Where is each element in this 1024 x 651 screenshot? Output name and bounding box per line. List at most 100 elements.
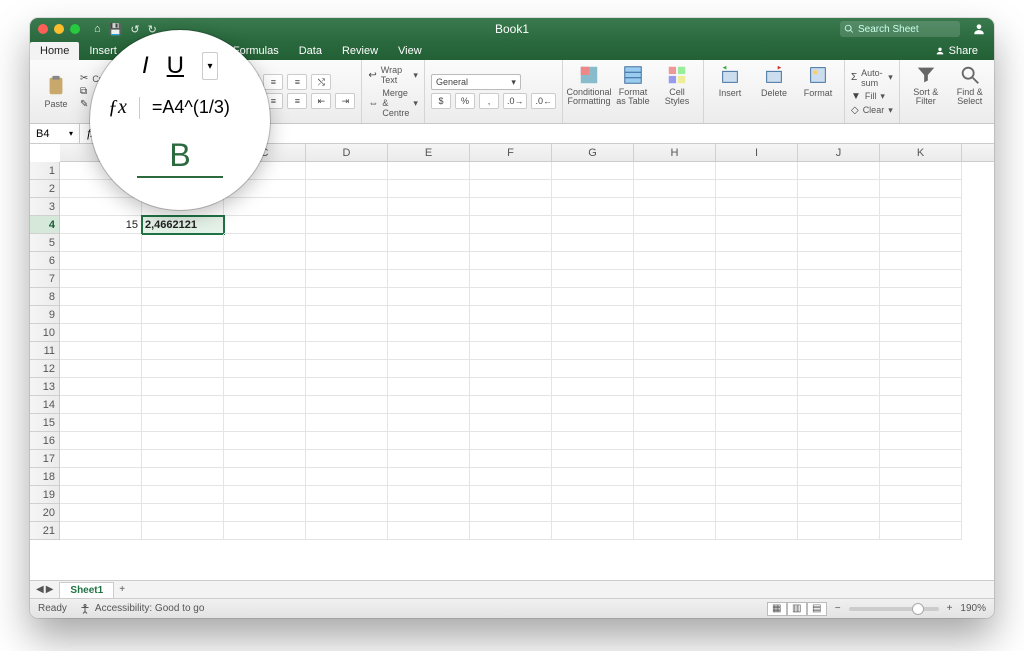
cell-J7[interactable] (798, 270, 880, 288)
view-page-layout-button[interactable]: ▥ (787, 602, 807, 616)
cell-I1[interactable] (716, 162, 798, 180)
cell-E6[interactable] (388, 252, 470, 270)
cell-D3[interactable] (306, 198, 388, 216)
cell-H4[interactable] (634, 216, 716, 234)
cell-I10[interactable] (716, 324, 798, 342)
cell-E21[interactable] (388, 522, 470, 540)
cell-C10[interactable] (224, 324, 306, 342)
row-header-21[interactable]: 21 (30, 522, 59, 540)
cell-I13[interactable] (716, 378, 798, 396)
cell-G2[interactable] (552, 180, 634, 198)
cell-K21[interactable] (880, 522, 962, 540)
col-header-J[interactable]: J (798, 144, 880, 161)
delete-cells-button[interactable]: Delete (754, 64, 794, 98)
cell-G15[interactable] (552, 414, 634, 432)
cell-F21[interactable] (470, 522, 552, 540)
cell-K1[interactable] (880, 162, 962, 180)
minimize-window-button[interactable] (54, 24, 64, 34)
comma-button[interactable]: , (479, 93, 499, 109)
cell-C8[interactable] (224, 288, 306, 306)
cell-F18[interactable] (470, 468, 552, 486)
cell-B12[interactable] (142, 360, 224, 378)
find-select-button[interactable]: Find & Select (950, 64, 990, 106)
cell-F4[interactable] (470, 216, 552, 234)
col-header-K[interactable]: K (880, 144, 962, 161)
cell-E12[interactable] (388, 360, 470, 378)
cell-F16[interactable] (470, 432, 552, 450)
cell-C15[interactable] (224, 414, 306, 432)
cell-K13[interactable] (880, 378, 962, 396)
cell-I18[interactable] (716, 468, 798, 486)
cell-G18[interactable] (552, 468, 634, 486)
cell-A20[interactable] (60, 504, 142, 522)
align-bottom-button[interactable]: ≡ (287, 74, 307, 90)
cell-A18[interactable] (60, 468, 142, 486)
cell-B16[interactable] (142, 432, 224, 450)
cell-F10[interactable] (470, 324, 552, 342)
cell-G1[interactable] (552, 162, 634, 180)
cell-E7[interactable] (388, 270, 470, 288)
cell-B4[interactable]: 2,4662121 (142, 216, 224, 234)
cell-B6[interactable] (142, 252, 224, 270)
align-middle-button[interactable]: ≡ (263, 74, 283, 90)
cell-C6[interactable] (224, 252, 306, 270)
clear-button[interactable]: ◇Clear▾ (851, 105, 893, 116)
home-icon[interactable]: ⌂ (94, 23, 101, 36)
cell-J20[interactable] (798, 504, 880, 522)
cell-E20[interactable] (388, 504, 470, 522)
close-window-button[interactable] (38, 24, 48, 34)
cell-J2[interactable] (798, 180, 880, 198)
col-header-G[interactable]: G (552, 144, 634, 161)
sort-filter-button[interactable]: Sort & Filter (906, 64, 946, 106)
row-header-5[interactable]: 5 (30, 234, 59, 252)
cell-K16[interactable] (880, 432, 962, 450)
view-page-break-button[interactable]: ▤ (807, 602, 827, 616)
cell-I17[interactable] (716, 450, 798, 468)
cell-B9[interactable] (142, 306, 224, 324)
cell-J21[interactable] (798, 522, 880, 540)
cell-I2[interactable] (716, 180, 798, 198)
cell-G20[interactable] (552, 504, 634, 522)
cell-H12[interactable] (634, 360, 716, 378)
cell-G10[interactable] (552, 324, 634, 342)
cell-A11[interactable] (60, 342, 142, 360)
row-header-19[interactable]: 19 (30, 486, 59, 504)
search-sheet-input[interactable]: Search Sheet (840, 21, 960, 37)
row-header-8[interactable]: 8 (30, 288, 59, 306)
cell-I8[interactable] (716, 288, 798, 306)
conditional-formatting-button[interactable]: Conditional Formatting (569, 64, 609, 106)
view-normal-button[interactable]: ▦ (767, 602, 787, 616)
tab-data[interactable]: Data (289, 42, 332, 60)
row-header-16[interactable]: 16 (30, 432, 59, 450)
cell-J9[interactable] (798, 306, 880, 324)
row-header-11[interactable]: 11 (30, 342, 59, 360)
tab-view[interactable]: View (388, 42, 432, 60)
wrap-text-button[interactable]: ↩Wrap Text▾ (368, 65, 418, 85)
cell-K5[interactable] (880, 234, 962, 252)
cell-D19[interactable] (306, 486, 388, 504)
cell-H5[interactable] (634, 234, 716, 252)
cell-A19[interactable] (60, 486, 142, 504)
cell-styles-button[interactable]: Cell Styles (657, 64, 697, 106)
cell-F19[interactable] (470, 486, 552, 504)
cell-E9[interactable] (388, 306, 470, 324)
share-button[interactable]: Share (929, 42, 984, 60)
cell-E11[interactable] (388, 342, 470, 360)
row-header-1[interactable]: 1 (30, 162, 59, 180)
cell-K18[interactable] (880, 468, 962, 486)
cell-D5[interactable] (306, 234, 388, 252)
name-box[interactable]: B4▾ (30, 124, 80, 143)
row-header-6[interactable]: 6 (30, 252, 59, 270)
cell-I16[interactable] (716, 432, 798, 450)
cell-H9[interactable] (634, 306, 716, 324)
cell-E10[interactable] (388, 324, 470, 342)
cell-C4[interactable] (224, 216, 306, 234)
sheet-nav-next[interactable]: ▶ (46, 584, 54, 595)
row-header-12[interactable]: 12 (30, 360, 59, 378)
cell-E14[interactable] (388, 396, 470, 414)
cell-D14[interactable] (306, 396, 388, 414)
col-header-H[interactable]: H (634, 144, 716, 161)
cell-J11[interactable] (798, 342, 880, 360)
cell-B10[interactable] (142, 324, 224, 342)
cell-F7[interactable] (470, 270, 552, 288)
